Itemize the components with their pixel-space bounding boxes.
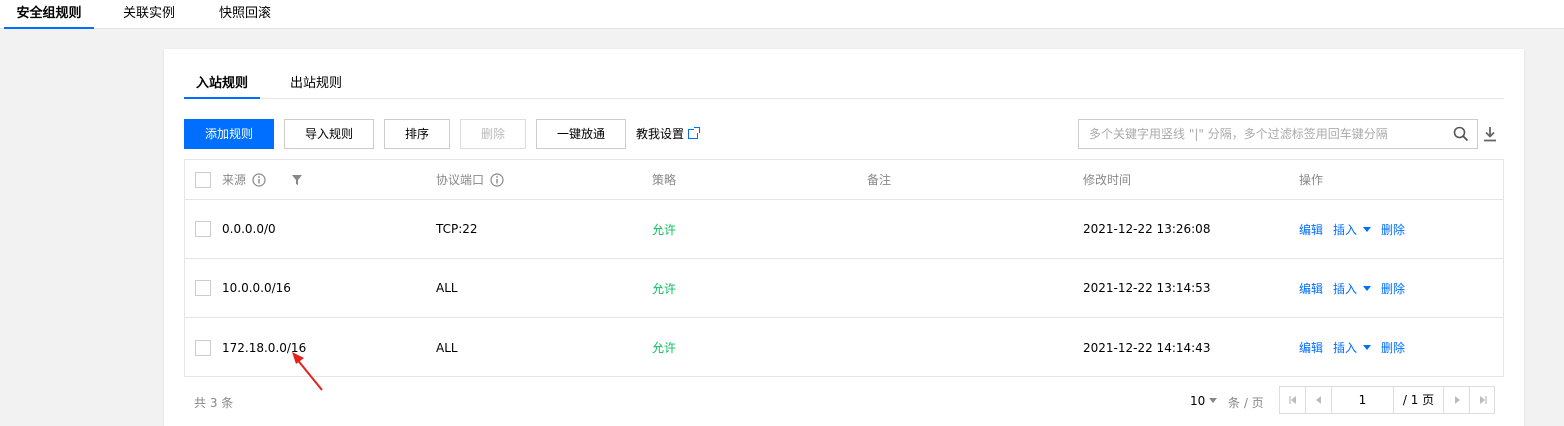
table-row: 10.0.0.0/16 ALL 允许 2021-12-22 13:14:53 编… bbox=[185, 259, 1503, 318]
annotation-arrow-icon bbox=[292, 352, 323, 391]
cell-protocol-port: ALL bbox=[436, 340, 458, 355]
cell-actions: 编辑 插入 删除 bbox=[1299, 259, 1415, 317]
tab-associated-instances[interactable]: 关联实例 bbox=[123, 0, 175, 29]
tab-snapshot-rollback[interactable]: 快照回滚 bbox=[219, 0, 271, 29]
table-header: 来源 协议端口 策略 备注 修改时间 操作 bbox=[185, 160, 1503, 200]
cell-policy: 允许 bbox=[652, 281, 677, 296]
select-all-checkbox[interactable] bbox=[195, 171, 211, 188]
table-row: 172.18.0.0/16 ALL 允许 2021-12-22 14:14:43… bbox=[185, 318, 1503, 377]
delete-button[interactable]: 删除 bbox=[460, 119, 526, 149]
filter-icon[interactable] bbox=[291, 174, 303, 186]
add-rule-button[interactable]: 添加规则 bbox=[184, 119, 274, 149]
prev-page-button[interactable] bbox=[1306, 387, 1332, 413]
insert-link[interactable]: 插入 bbox=[1333, 221, 1357, 238]
help-setup-link[interactable]: 教我设置 bbox=[636, 119, 701, 149]
page-number-input[interactable] bbox=[1332, 387, 1394, 413]
tab-outbound-rules[interactable]: 出站规则 bbox=[290, 71, 342, 99]
chevron-down-icon bbox=[1209, 398, 1218, 403]
page-size-select[interactable]: 10 bbox=[1190, 394, 1218, 408]
chevron-down-icon[interactable] bbox=[1363, 345, 1372, 350]
chevron-down-icon[interactable] bbox=[1363, 285, 1372, 291]
open-all-button[interactable]: 一键放通 bbox=[536, 119, 626, 149]
total-count: 共 3 条 bbox=[194, 396, 234, 410]
insert-link[interactable]: 插入 bbox=[1333, 339, 1357, 356]
pagination: / 1 页 bbox=[1279, 386, 1495, 414]
edit-link[interactable]: 编辑 bbox=[1299, 339, 1323, 356]
search-input[interactable] bbox=[1079, 120, 1439, 148]
header-source: 来源 bbox=[222, 160, 266, 199]
help-setup-label: 教我设置 bbox=[636, 127, 685, 141]
chevron-down-icon[interactable] bbox=[1363, 226, 1372, 232]
header-modified-time: 修改时间 bbox=[1083, 173, 1132, 187]
cell-actions: 编辑 插入 删除 bbox=[1299, 200, 1415, 258]
header-actions: 操作 bbox=[1299, 173, 1324, 187]
cell-protocol-port: ALL bbox=[436, 281, 458, 295]
last-page-icon bbox=[1480, 396, 1487, 404]
next-page-icon bbox=[1454, 396, 1460, 404]
cell-policy: 允许 bbox=[652, 222, 677, 237]
cell-modified-time: 2021-12-22 13:26:08 bbox=[1083, 222, 1211, 236]
header-note: 备注 bbox=[867, 173, 892, 187]
page-size-value: 10 bbox=[1190, 394, 1206, 408]
import-rules-button[interactable]: 导入规则 bbox=[284, 119, 374, 149]
cell-policy: 允许 bbox=[652, 341, 677, 355]
row-checkbox[interactable] bbox=[195, 280, 211, 296]
delete-link[interactable]: 删除 bbox=[1381, 280, 1405, 297]
next-page-button[interactable] bbox=[1444, 387, 1470, 413]
cell-actions: 编辑 插入 删除 bbox=[1299, 318, 1415, 377]
table-row: 0.0.0.0/0 TCP:22 允许 2021-12-22 13:26:08 … bbox=[185, 200, 1503, 259]
header-protocol-port-label: 协议端口 bbox=[436, 173, 485, 187]
rules-table: 来源 协议端口 策略 备注 修改时间 操作 0.0.0.0/0 TCP:22 允… bbox=[184, 159, 1504, 377]
prev-page-icon bbox=[1315, 396, 1321, 404]
cell-modified-time: 2021-12-22 13:14:53 bbox=[1083, 281, 1211, 295]
search-box bbox=[1078, 119, 1478, 149]
header-source-label: 来源 bbox=[222, 173, 247, 187]
cell-protocol-port: TCP:22 bbox=[436, 222, 478, 236]
first-page-button[interactable] bbox=[1280, 387, 1306, 413]
delete-link[interactable]: 删除 bbox=[1381, 221, 1405, 238]
top-tab-bar: 安全组规则 关联实例 快照回滚 bbox=[0, 0, 1564, 29]
search-icon[interactable] bbox=[1453, 126, 1469, 142]
rules-card: 入站规则 出站规则 添加规则 导入规则 排序 删除 一键放通 教我设置 来源 协… bbox=[164, 49, 1524, 426]
cell-source: 10.0.0.0/16 bbox=[222, 281, 291, 295]
cell-modified-time: 2021-12-22 14:14:43 bbox=[1083, 340, 1211, 355]
delete-link[interactable]: 删除 bbox=[1381, 339, 1405, 356]
row-checkbox[interactable] bbox=[195, 221, 211, 237]
external-link-icon bbox=[688, 127, 701, 139]
direction-tab-bar: 入站规则 出站规则 bbox=[184, 71, 1504, 99]
edit-link[interactable]: 编辑 bbox=[1299, 280, 1323, 297]
per-page-label: 条 / 页 bbox=[1228, 396, 1264, 410]
tab-security-group-rules[interactable]: 安全组规则 bbox=[4, 0, 94, 29]
header-protocol-port: 协议端口 bbox=[436, 160, 504, 199]
first-page-icon bbox=[1288, 396, 1296, 404]
last-page-button[interactable] bbox=[1470, 387, 1496, 413]
row-checkbox[interactable] bbox=[195, 339, 211, 356]
total-pages: / 1 页 bbox=[1394, 387, 1444, 413]
tab-inbound-rules[interactable]: 入站规则 bbox=[184, 71, 260, 99]
insert-link[interactable]: 插入 bbox=[1333, 280, 1357, 297]
info-icon[interactable] bbox=[252, 172, 266, 187]
download-icon[interactable] bbox=[1482, 125, 1498, 143]
header-policy: 策略 bbox=[652, 173, 677, 187]
cell-source: 0.0.0.0/0 bbox=[222, 222, 276, 236]
edit-link[interactable]: 编辑 bbox=[1299, 221, 1323, 238]
sort-button[interactable]: 排序 bbox=[384, 119, 450, 149]
info-icon[interactable] bbox=[490, 172, 504, 187]
